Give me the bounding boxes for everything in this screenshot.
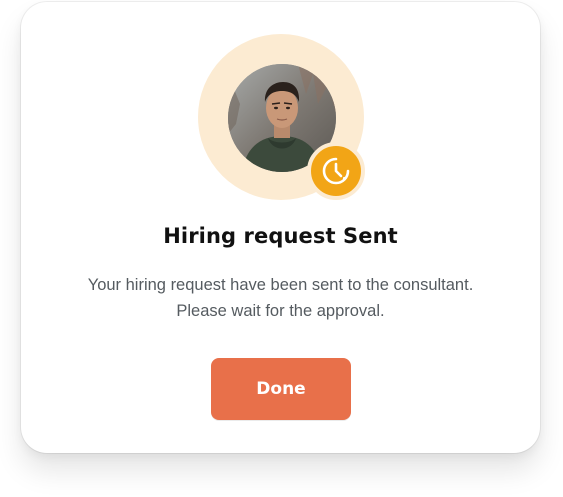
clock-icon bbox=[322, 157, 350, 185]
pending-status-badge bbox=[307, 142, 365, 200]
dialog-message-line-1: Your hiring request have been sent to th… bbox=[87, 276, 474, 294]
hiring-confirmation-dialog: Hiring request Sent Your hiring request … bbox=[21, 2, 540, 453]
dialog-message: Your hiring request have been sent to th… bbox=[21, 272, 540, 324]
done-button[interactable]: Done bbox=[211, 358, 351, 420]
dialog-message-line-2: Please wait for the approval. bbox=[176, 302, 385, 320]
dialog-title: Hiring request Sent bbox=[163, 224, 398, 248]
page: Hiring request Sent Your hiring request … bbox=[0, 0, 563, 497]
